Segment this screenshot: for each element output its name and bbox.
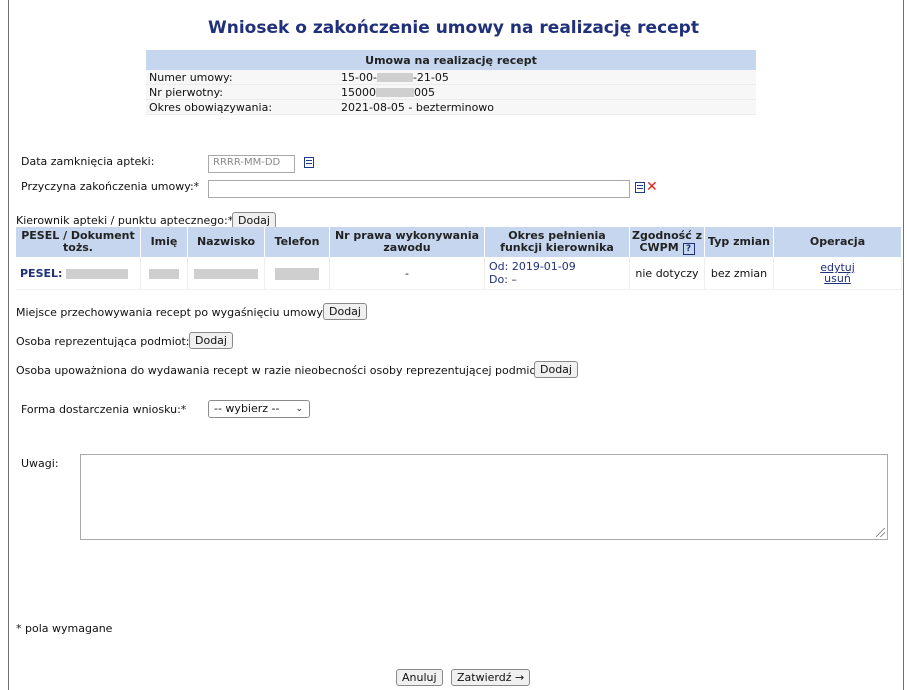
license-cell: - bbox=[329, 257, 485, 290]
contract-original-label: Nr pierwotny: bbox=[146, 84, 338, 100]
reason-label: Przyczyna zakończenia umowy:* bbox=[21, 180, 200, 193]
required-note: * pola wymagane bbox=[16, 622, 113, 635]
period-cell: Od: 2019-01-09 Do: – bbox=[484, 257, 630, 290]
period-to: Do: – bbox=[489, 273, 517, 286]
representative-label: Osoba reprezentująca podmiot: bbox=[16, 335, 190, 348]
contract-header: Umowa na realizację recept bbox=[146, 50, 756, 70]
resize-grip-icon[interactable] bbox=[876, 528, 885, 537]
col-pesel: PESEL / Dokument tożs. bbox=[16, 227, 141, 257]
contract-number-value: 15-00- -21-05 bbox=[338, 70, 756, 85]
last-name-cell bbox=[187, 257, 265, 290]
add-storage-button[interactable]: Dodaj bbox=[323, 303, 367, 320]
col-cwpm: Zgodność z CWPM ? bbox=[629, 227, 705, 257]
contract-original-value: 15000 005 bbox=[338, 84, 756, 100]
first-name-cell bbox=[140, 257, 188, 290]
contract-number-label: Numer umowy: bbox=[146, 70, 338, 85]
pesel-cell: PESEL: bbox=[16, 257, 141, 290]
cancel-button[interactable]: Anuluj bbox=[396, 669, 443, 686]
manager-table: PESEL / Dokument tożs. Imię Nazwisko Tel… bbox=[16, 227, 902, 290]
phone-cell bbox=[264, 257, 330, 290]
delivery-select[interactable]: -- wybierz -- ⌄ bbox=[208, 400, 310, 418]
calendar-icon[interactable] bbox=[304, 157, 314, 168]
chevron-down-icon: ⌄ bbox=[295, 404, 303, 414]
contract-period-label: Okres obowiązywania: bbox=[146, 99, 338, 115]
notes-label: Uwagi: bbox=[21, 457, 59, 470]
delete-link[interactable]: usuń bbox=[775, 273, 900, 284]
col-first-name: Imię bbox=[140, 227, 188, 257]
closing-date-input[interactable]: RRRR-MM-DD bbox=[208, 155, 295, 173]
col-last-name: Nazwisko bbox=[187, 227, 265, 257]
col-phone: Telefon bbox=[264, 227, 330, 257]
contract-row-original: Nr pierwotny: 15000 005 bbox=[146, 84, 756, 100]
help-icon[interactable]: ? bbox=[682, 242, 695, 255]
contract-row-period: Okres obowiązywania: 2021-08-05 - bezter… bbox=[146, 99, 756, 115]
col-change-type: Typ zmian bbox=[704, 227, 774, 257]
closing-date-label: Data zamknięcia apteki: bbox=[21, 155, 155, 168]
add-representative-button[interactable]: Dodaj bbox=[189, 332, 233, 349]
submit-button[interactable]: Zatwierdź → bbox=[451, 669, 531, 686]
authorized-label: Osoba upoważniona do wydawania recept w … bbox=[16, 364, 550, 377]
change-type-cell: bez zmian bbox=[704, 257, 774, 290]
storage-label: Miejsce przechowywania recept po wygaśni… bbox=[16, 306, 332, 319]
reason-input[interactable] bbox=[208, 180, 630, 198]
contract-info-table: Umowa na realizację recept Numer umowy: … bbox=[146, 50, 756, 115]
page-title: Wniosek o zakończenie umowy na realizacj… bbox=[208, 18, 699, 38]
col-license: Nr prawa wykonywania zawodu bbox=[329, 227, 485, 257]
pesel-value bbox=[65, 268, 128, 279]
col-operation: Operacja bbox=[773, 227, 902, 257]
manager-label: Kierownik apteki / punktu aptecznego:* bbox=[16, 214, 234, 227]
pesel-label: PESEL: bbox=[20, 266, 63, 280]
compliance-cell: nie dotyczy bbox=[629, 257, 705, 290]
notes-textarea[interactable] bbox=[80, 454, 888, 540]
delivery-label: Forma dostarczenia wniosku:* bbox=[21, 403, 187, 416]
col-period: Okres pełnienia funkcji kierownika bbox=[484, 227, 630, 257]
operation-cell: edytuj usuń bbox=[773, 257, 902, 290]
list-picker-icon[interactable] bbox=[635, 182, 645, 193]
contract-row-number: Numer umowy: 15-00- -21-05 bbox=[146, 70, 756, 85]
add-authorized-button[interactable]: Dodaj bbox=[534, 361, 578, 378]
table-row: PESEL: - Od: 2019-01-09 Do: – nie dotycz… bbox=[16, 257, 902, 290]
period-from: Od: 2019-01-09 bbox=[489, 260, 576, 273]
contract-period-value: 2021-08-05 - bezterminowo bbox=[338, 99, 756, 115]
clear-icon[interactable]: ✕ bbox=[646, 180, 658, 194]
